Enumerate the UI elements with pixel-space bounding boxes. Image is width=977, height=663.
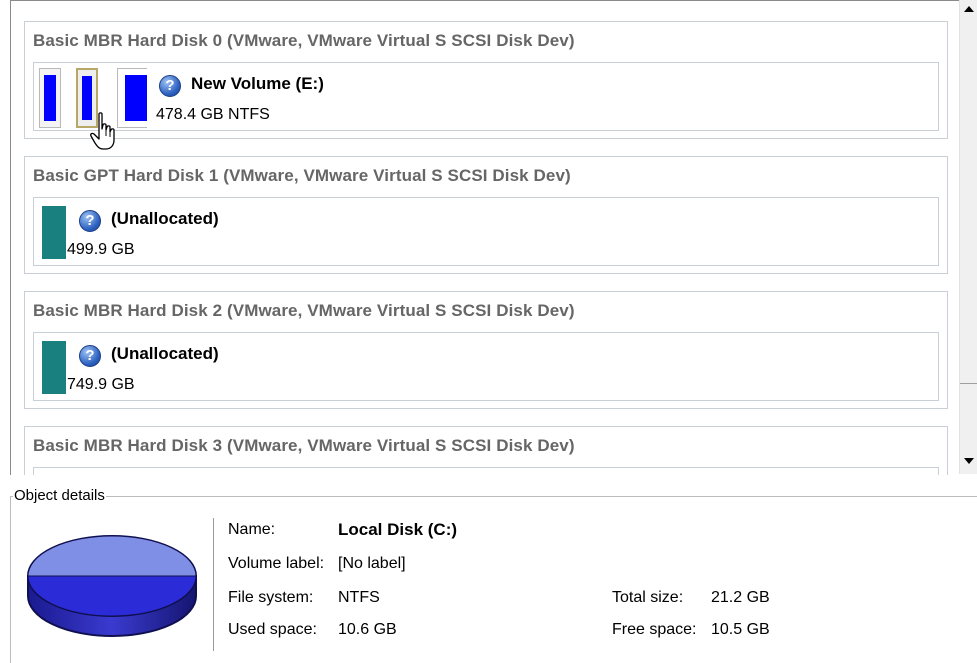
scrollbar-thumb-edge[interactable] [960, 383, 977, 384]
vertical-scrollbar[interactable] [959, 0, 977, 474]
file-system-label: File system: [228, 589, 314, 606]
volume-name: (Unallocated) [111, 209, 219, 228]
disk-group-0[interactable]: Basic MBR Hard Disk 0 (VMware, VMware Vi… [24, 21, 948, 139]
help-icon[interactable]: ? [79, 210, 101, 232]
partition-fill [125, 75, 147, 121]
partition-strip: ? (Unallocated) 499.9 GB [33, 197, 939, 266]
free-space-value: 10.5 GB [711, 621, 770, 638]
partition-fill [44, 75, 56, 121]
disk-group-2[interactable]: Basic MBR Hard Disk 2 (VMware, VMware Vi… [24, 291, 948, 409]
used-space-value: 10.6 GB [338, 621, 397, 638]
volume-size: 478.4 GB NTFS [156, 106, 270, 123]
free-space-label: Free space: [612, 621, 697, 638]
total-size-label: Total size: [612, 589, 684, 606]
volume-size: 499.9 GB [67, 241, 135, 258]
disk-group-1[interactable]: Basic GPT Hard Disk 1 (VMware, VMware Vi… [24, 156, 948, 274]
disk-title: Basic MBR Hard Disk 3 (VMware, VMware Vi… [33, 436, 575, 455]
used-space-label: Used space: [228, 621, 317, 638]
volume-label-label: Volume label: [228, 555, 325, 572]
partition-tile[interactable] [117, 68, 147, 128]
volume-label-value: [No label] [338, 555, 406, 572]
disk-group-3[interactable]: Basic MBR Hard Disk 3 (VMware, VMware Vi… [24, 426, 948, 475]
unallocated-bar[interactable] [42, 206, 66, 259]
volume-name: New Volume (E:) [191, 74, 324, 93]
partition-strip: ? New Volume (E:) 478.4 GB NTFS [33, 62, 939, 131]
volume-name: (Unallocated) [111, 344, 219, 363]
disk-title: Basic MBR Hard Disk 2 (VMware, VMware Vi… [33, 301, 575, 320]
help-icon[interactable]: ? [159, 75, 181, 97]
disk-volume-icon [27, 535, 197, 637]
disk-title: Basic MBR Hard Disk 0 (VMware, VMware Vi… [33, 31, 575, 50]
hand-pointer-cursor-icon [90, 112, 115, 150]
unallocated-bar[interactable] [42, 341, 66, 394]
scroll-down-arrow-icon[interactable] [964, 458, 974, 464]
details-divider [213, 518, 214, 651]
disk-list-panel[interactable]: Basic MBR Hard Disk 0 (VMware, VMware Vi… [10, 0, 960, 475]
volume-size: 749.9 GB [67, 376, 135, 393]
file-system-value: NTFS [338, 589, 380, 606]
disk-title: Basic GPT Hard Disk 1 (VMware, VMware Vi… [33, 166, 571, 185]
object-details-legend: Object details [13, 487, 106, 504]
partition-strip [33, 467, 939, 475]
partition-tile[interactable] [39, 68, 61, 128]
help-icon[interactable]: ? [79, 345, 101, 367]
name-value: Local Disk (C:) [338, 520, 458, 539]
scroll-up-arrow-icon[interactable] [964, 6, 974, 12]
name-label: Name: [228, 521, 276, 538]
total-size-value: 21.2 GB [711, 589, 770, 606]
partition-strip: ? (Unallocated) 749.9 GB [33, 332, 939, 401]
